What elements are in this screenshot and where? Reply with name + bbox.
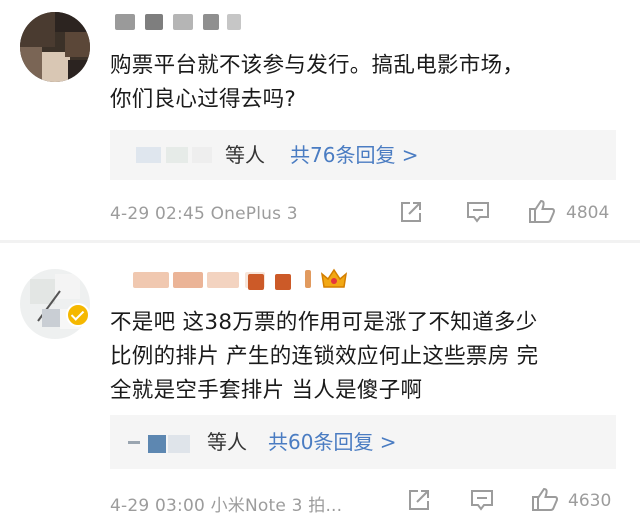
comment-text: 不是吧 这38万票的作用可是涨了不知道多少 比例的排片 产生的连锁效应何止这些票… xyxy=(110,310,539,403)
comment-icon[interactable] xyxy=(469,488,495,516)
reply-users: 等人 xyxy=(207,430,247,454)
comment-item: 不是吧 这38万票的作用可是涨了不知道多少 比例的排片 产生的连锁效应何止这些票… xyxy=(0,0,640,527)
comment-meta: 4-29 03:00 小米Note 3 拍... xyxy=(110,496,343,516)
reply-summary[interactable]: 等人 共60条回复 > xyxy=(110,415,616,469)
view-replies-link[interactable]: 共60条回复 > xyxy=(268,415,397,469)
verified-badge-icon xyxy=(66,303,90,327)
like-count: 4630 xyxy=(568,491,612,511)
crown-icon xyxy=(320,268,348,294)
thumbs-up-icon[interactable] xyxy=(531,486,559,516)
reply-avatars-blurred xyxy=(128,435,208,453)
share-icon[interactable] xyxy=(406,487,432,517)
